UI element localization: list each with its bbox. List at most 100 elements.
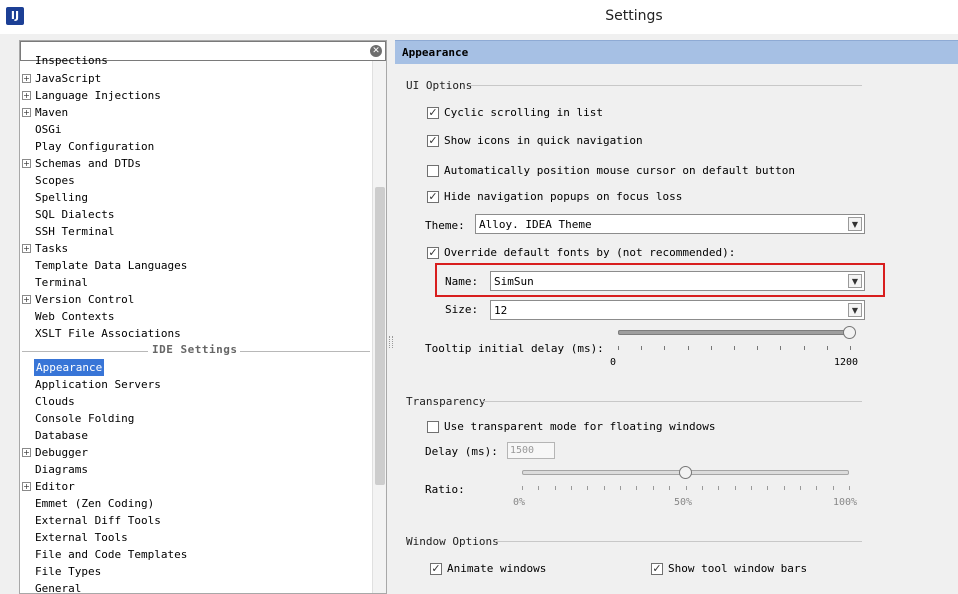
delay-label: Delay (ms): bbox=[425, 445, 498, 458]
transparent-mode-label: Use transparent mode for floating window… bbox=[444, 420, 716, 433]
clear-icon[interactable]: ✕ bbox=[370, 45, 382, 57]
show-tool-window-bars-checkbox[interactable]: ✓ bbox=[651, 563, 663, 575]
appearance-page: Appearance UI Options ✓ Cyclic scrolling… bbox=[395, 40, 958, 594]
override-fonts-checkbox[interactable]: ✓ bbox=[427, 247, 439, 259]
transparency-divider bbox=[483, 401, 862, 402]
theme-value: Alloy. IDEA Theme bbox=[479, 218, 592, 231]
cyclic-scrolling-label: Cyclic scrolling in list bbox=[444, 106, 603, 119]
slider-tick bbox=[757, 346, 758, 350]
expand-icon[interactable]: + bbox=[22, 74, 31, 83]
tree-item-label: Play Configuration bbox=[35, 140, 155, 153]
slider-tick bbox=[587, 486, 588, 490]
page-title: Appearance bbox=[402, 46, 469, 59]
slider-tick bbox=[653, 486, 654, 490]
theme-dropdown[interactable]: Alloy. IDEA Theme ▼ bbox=[475, 214, 865, 234]
tree-item-label: Console Folding bbox=[35, 412, 135, 425]
ratio-label: Ratio: bbox=[425, 483, 465, 496]
slider-tick bbox=[669, 486, 670, 490]
slider-tick bbox=[780, 346, 781, 350]
tree-item-label: Diagrams bbox=[35, 463, 88, 476]
tree-item-label: Database bbox=[35, 429, 88, 442]
tooltip-min-label: 0 bbox=[610, 357, 617, 368]
hide-popups-label: Hide navigation popups on focus loss bbox=[444, 190, 683, 203]
slider-tick bbox=[751, 486, 752, 490]
slider-tick bbox=[718, 486, 719, 490]
tree-item-label: Tasks bbox=[35, 242, 69, 255]
slider-tick bbox=[522, 486, 523, 490]
chevron-down-icon[interactable]: ▼ bbox=[848, 303, 862, 317]
slider-tick bbox=[804, 346, 805, 350]
slider-tick bbox=[849, 486, 850, 490]
tree-item-label: Clouds bbox=[35, 395, 75, 408]
ratio-tick-50: 50% bbox=[674, 497, 693, 508]
ratio-slider-thumb[interactable] bbox=[679, 466, 692, 479]
slider-tick bbox=[620, 486, 621, 490]
slider-tick bbox=[538, 486, 539, 490]
page-header: Appearance bbox=[395, 40, 958, 64]
slider-tick bbox=[800, 486, 801, 490]
slider-tick bbox=[636, 486, 637, 490]
section-divider bbox=[240, 351, 370, 352]
font-size-dropdown[interactable]: 12 ▼ bbox=[490, 300, 865, 320]
tree-item-label: SSH Terminal bbox=[35, 225, 115, 238]
slider-tick bbox=[833, 486, 834, 490]
ratio-slider[interactable]: 0% 50% 100% bbox=[513, 466, 859, 510]
tree-item-label: Appearance bbox=[34, 359, 105, 376]
transparency-group-title: Transparency bbox=[406, 395, 486, 408]
tree-item-label: Debugger bbox=[35, 446, 88, 459]
show-tool-window-bars-label: Show tool window bars bbox=[668, 562, 808, 575]
tooltip-delay-label: Tooltip initial delay (ms): bbox=[425, 342, 604, 355]
chevron-down-icon[interactable]: ▼ bbox=[848, 274, 862, 288]
tree-item-label: OSGi bbox=[35, 123, 62, 136]
tree-item-label: General bbox=[35, 582, 82, 594]
tree-item-label: Inspections bbox=[35, 54, 108, 67]
expand-icon[interactable]: + bbox=[22, 448, 31, 457]
tree-item-label: Scopes bbox=[35, 174, 75, 187]
tooltip-delay-slider[interactable]: 0 1200 bbox=[610, 326, 860, 370]
expand-icon[interactable]: + bbox=[22, 159, 31, 168]
tree-item-label: Spelling bbox=[35, 191, 88, 204]
expand-icon[interactable]: + bbox=[22, 108, 31, 117]
slider-tick bbox=[688, 346, 689, 350]
window-options-divider bbox=[495, 541, 862, 542]
slider-tick bbox=[735, 486, 736, 490]
expand-icon[interactable]: + bbox=[22, 482, 31, 491]
expand-icon[interactable]: + bbox=[22, 91, 31, 100]
font-name-value: SimSun bbox=[494, 275, 534, 288]
title-bar: IJ Settings bbox=[0, 0, 958, 34]
tooltip-slider-thumb[interactable] bbox=[843, 326, 856, 339]
tree-scroll-thumb[interactable] bbox=[375, 187, 385, 485]
tree-item-label: Application Servers bbox=[35, 378, 161, 391]
window-options-group-title: Window Options bbox=[406, 535, 499, 548]
tree-item-label: External Tools bbox=[35, 531, 128, 544]
chevron-down-icon[interactable]: ▼ bbox=[848, 217, 862, 231]
font-name-label: Name: bbox=[445, 275, 479, 288]
tree-item-label: External Diff Tools bbox=[35, 514, 161, 527]
animate-windows-checkbox[interactable]: ✓ bbox=[430, 563, 442, 575]
settings-tree-panel: ✕ Inspections + JavaScript + Language Inject… bbox=[19, 40, 387, 594]
delay-input[interactable]: 1500 bbox=[507, 442, 555, 459]
tree-item-label: Emmet (Zen Coding) bbox=[35, 497, 155, 510]
panel-splitter[interactable] bbox=[387, 40, 395, 594]
slider-tick bbox=[571, 486, 572, 490]
slider-tick bbox=[686, 486, 687, 490]
slider-tick bbox=[784, 486, 785, 490]
tree-item-label: Template Data Languages bbox=[35, 259, 188, 272]
animate-windows-label: Animate windows bbox=[447, 562, 547, 575]
slider-tick bbox=[816, 486, 817, 490]
transparent-mode-checkbox[interactable] bbox=[427, 421, 439, 433]
expand-icon[interactable]: + bbox=[22, 244, 31, 253]
theme-label: Theme: bbox=[425, 219, 465, 232]
auto-position-checkbox[interactable] bbox=[427, 165, 439, 177]
slider-tick bbox=[702, 486, 703, 490]
font-name-dropdown[interactable]: SimSun ▼ bbox=[490, 271, 865, 291]
cyclic-scrolling-checkbox[interactable]: ✓ bbox=[427, 107, 439, 119]
tree-item-label: Version Control bbox=[35, 293, 135, 306]
tree-item-label: File and Code Templates bbox=[35, 548, 188, 561]
tooltip-max-label: 1200 bbox=[834, 357, 859, 368]
show-icons-checkbox[interactable]: ✓ bbox=[427, 135, 439, 147]
tree-scrollbar[interactable] bbox=[372, 61, 386, 593]
hide-popups-checkbox[interactable]: ✓ bbox=[427, 191, 439, 203]
expand-icon[interactable]: + bbox=[22, 295, 31, 304]
tree-item-label: SQL Dialects bbox=[35, 208, 115, 221]
